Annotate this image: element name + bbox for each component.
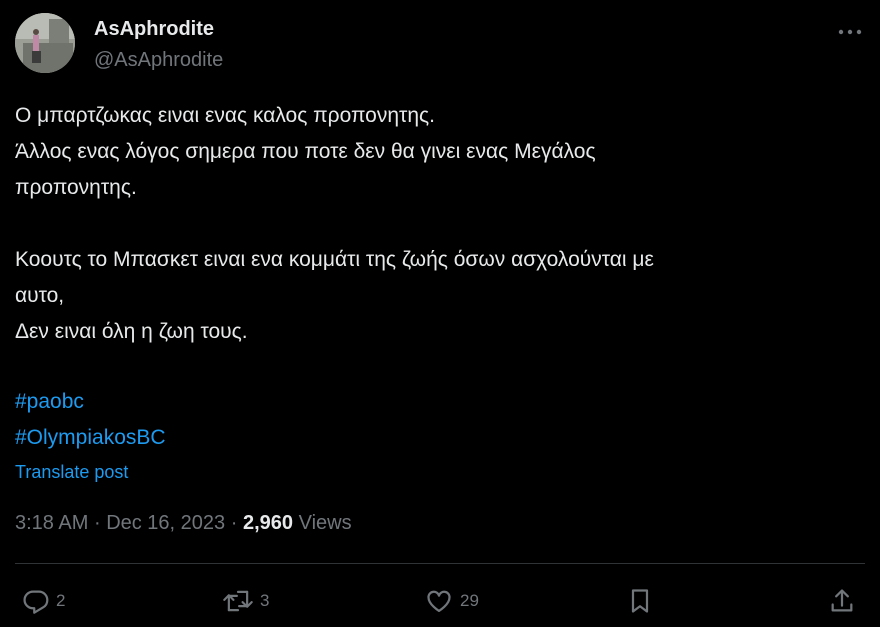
more-options-button[interactable] xyxy=(830,18,870,46)
reply-icon xyxy=(23,590,49,614)
divider xyxy=(15,563,865,564)
post-text-line: προπονητης. xyxy=(15,176,137,199)
share-icon xyxy=(831,589,853,612)
post-text-line: Άλλος ενας λόγος σημερα που ποτε δεν θα … xyxy=(15,140,596,163)
post-text: Ο μπαρτζωκας ειναι ενας καλος προπονητης… xyxy=(15,98,865,350)
avatar-image xyxy=(15,13,75,73)
post-text-line: αυτο, xyxy=(15,284,65,307)
repost-button[interactable]: 3 xyxy=(222,585,269,617)
reply-count: 2 xyxy=(56,591,66,610)
post-text-line: Δεν ειναι όλη η ζωη τους. xyxy=(15,320,248,343)
meta-separator: · xyxy=(230,512,238,534)
views-count: 2,960 xyxy=(242,512,294,534)
post-meta: 3:18 AM · Dec 16, 2023 · 2,960 Views xyxy=(15,512,352,535)
meta-separator: · xyxy=(93,512,101,534)
hashtag-link[interactable]: #paobc xyxy=(15,390,84,414)
repost-icon xyxy=(223,590,253,612)
share-button[interactable] xyxy=(828,585,856,617)
views-label: Views xyxy=(298,512,352,534)
bookmark-icon xyxy=(631,589,649,613)
post-text-line: Ο μπαρτζωκας ειναι ενας καλος προπονητης… xyxy=(15,104,435,127)
post-time[interactable]: 3:18 AM xyxy=(15,512,88,534)
hashtag-link[interactable]: #OlympiakosBC xyxy=(15,426,166,450)
like-button[interactable]: 29 xyxy=(424,585,479,617)
like-count: 29 xyxy=(460,591,479,610)
more-icon xyxy=(838,29,862,35)
heart-icon xyxy=(427,590,451,613)
post-text-line: Κοουτς το Μπασκετ ειναι ενα κομμάτι της … xyxy=(15,248,654,271)
reply-button[interactable]: 2 xyxy=(22,585,65,617)
author-display-name[interactable]: AsAphrodite xyxy=(94,18,214,41)
post: AsAphrodite @AsAphrodite Ο μπαρτζωκας ει… xyxy=(0,0,880,627)
avatar[interactable] xyxy=(15,13,75,73)
repost-count: 3 xyxy=(260,591,270,610)
post-date[interactable]: Dec 16, 2023 xyxy=(106,512,225,534)
translate-post-link[interactable]: Translate post xyxy=(15,462,128,483)
bookmark-button[interactable] xyxy=(626,585,654,617)
author-handle[interactable]: @AsAphrodite xyxy=(94,49,223,72)
